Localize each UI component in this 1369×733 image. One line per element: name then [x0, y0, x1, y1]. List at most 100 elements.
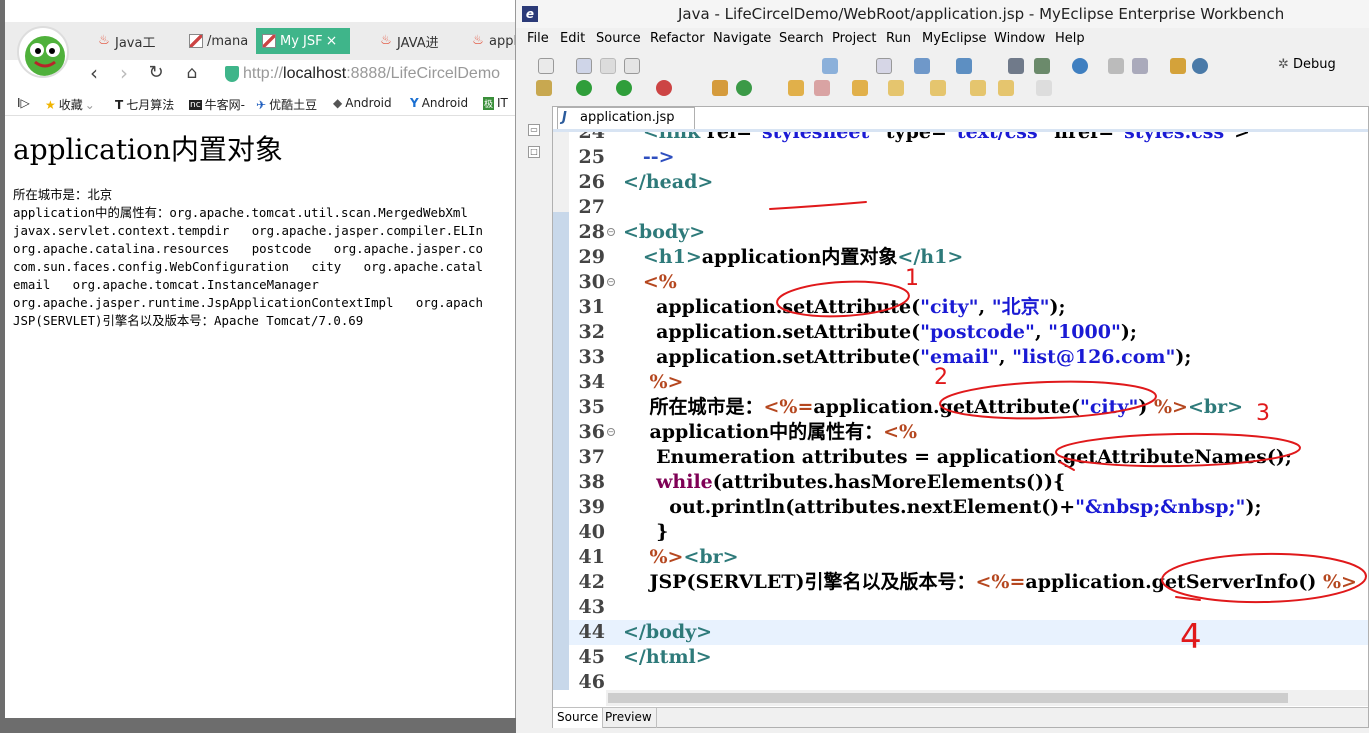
bookmark-android-2[interactable]: Y Android — [410, 96, 468, 110]
code-line[interactable]: 33 application.setAttribute("email", "li… — [569, 345, 1368, 370]
fire-icon: ♨ — [380, 33, 392, 48]
warning-icon[interactable]: ⚠ — [569, 450, 571, 462]
task-icon[interactable] — [1170, 58, 1186, 74]
menu-help[interactable]: Help — [1055, 31, 1085, 46]
browser-icon[interactable] — [1192, 58, 1208, 74]
fold-toggle-icon[interactable]: − — [607, 228, 615, 236]
last-edit-icon[interactable] — [970, 80, 986, 96]
prev-annotation-icon[interactable] — [930, 80, 946, 96]
print-icon[interactable] — [624, 58, 640, 74]
browser-tab[interactable]: /mana — [183, 28, 253, 54]
debug-icon[interactable] — [536, 80, 552, 96]
code-line[interactable]: 27 — [569, 195, 1368, 220]
open-folder-icon[interactable] — [788, 80, 804, 96]
back-button[interactable]: ‹ — [83, 60, 105, 86]
connect-icon[interactable] — [1008, 58, 1024, 74]
open-resource-icon[interactable] — [852, 80, 868, 96]
scrollbar-thumb[interactable] — [608, 693, 1288, 703]
code-line[interactable]: 46 — [569, 670, 1368, 690]
code-line[interactable]: 40 } — [569, 520, 1368, 545]
bookmark-favorites[interactable]: ★ 收藏 ⌄ — [45, 96, 95, 113]
code-line[interactable]: 37 ⚠ Enumeration attributes = application… — [569, 445, 1368, 470]
menu-refactor[interactable]: Refactor — [650, 31, 705, 46]
tab-application-jsp[interactable]: Japplication.jsp — [557, 107, 695, 129]
code-line[interactable]: 26 </head> — [569, 170, 1368, 195]
code-line[interactable]: 32 application.setAttribute("postcode", … — [569, 320, 1368, 345]
run-server-icon[interactable] — [956, 58, 972, 74]
horizontal-scrollbar[interactable] — [606, 690, 1368, 706]
restore-icon[interactable]: ▭ — [528, 124, 540, 136]
menu-file[interactable]: File — [527, 31, 549, 46]
bookmark-nowcoder[interactable]: nc 牛客网- — [189, 96, 245, 113]
edit-icon[interactable] — [814, 80, 830, 96]
maximize-icon[interactable]: □ — [528, 146, 540, 158]
bookmark-label: 牛客网- — [204, 98, 245, 112]
code-line[interactable]: 36− application中的属性有：<% — [569, 420, 1368, 445]
code-line[interactable]: 39 out.println(attributes.nextElement()+… — [569, 495, 1368, 520]
browser-tab[interactable]: ♨ JAVA进 — [373, 28, 461, 54]
code-line[interactable]: 45 </html> — [569, 645, 1368, 670]
code-line[interactable]: 41 %><br> — [569, 545, 1368, 570]
run-icon[interactable] — [576, 80, 592, 96]
code-line[interactable]: 42 JSP(SERVLET)引擎名以及版本号：<%=application.g… — [569, 570, 1368, 595]
deploy-icon[interactable] — [914, 58, 930, 74]
back-icon[interactable] — [998, 80, 1014, 96]
new-file-icon[interactable] — [538, 58, 554, 74]
code-line[interactable]: 25 --> — [569, 145, 1368, 170]
menu-source[interactable]: Source — [596, 31, 641, 46]
database-icon[interactable] — [1034, 58, 1050, 74]
globe-icon[interactable] — [1072, 58, 1088, 74]
code-area[interactable]: 24 <link rel="stylesheet" type="text/css… — [569, 132, 1368, 690]
menu-navigate[interactable]: Navigate — [713, 31, 771, 46]
open-type-icon[interactable] — [822, 58, 838, 74]
code-line[interactable]: 34 %> — [569, 370, 1368, 395]
home-button[interactable]: ⌂ — [181, 60, 203, 86]
forward-button[interactable]: › — [113, 60, 135, 86]
user-avatar[interactable] — [17, 26, 69, 78]
new-package-icon[interactable] — [712, 80, 728, 96]
window-title: Java - LifeCircelDemo/WebRoot/applicatio… — [678, 5, 1285, 23]
code-line[interactable]: 29 <h1>application内置对象</h1> — [569, 245, 1368, 270]
bookmark-qiyue[interactable]: T 七月算法 — [115, 96, 174, 113]
next-annotation-icon[interactable] — [888, 80, 904, 96]
browser-tab[interactable]: My JSF × — [256, 28, 350, 54]
menu-project[interactable]: Project — [832, 31, 876, 46]
tab-preview[interactable]: Preview — [601, 708, 657, 728]
bookmark-it[interactable]: 极 IT — [483, 96, 508, 110]
new-class-icon[interactable] — [736, 80, 752, 96]
code-line[interactable]: 30− <% — [569, 270, 1368, 295]
close-tab-icon[interactable]: × — [326, 33, 338, 49]
sidebar-toggle-icon[interactable]: I▷ — [17, 96, 30, 110]
save-all-icon[interactable] — [600, 58, 616, 74]
back-nav-icon[interactable] — [1108, 58, 1124, 74]
browser-tab[interactable]: ♨ appli — [465, 28, 515, 54]
code-line[interactable]: 31 application.setAttribute("city", "北京"… — [569, 295, 1368, 320]
code-line[interactable]: 43 — [569, 595, 1368, 620]
forward-icon[interactable] — [1036, 80, 1052, 96]
menu-edit[interactable]: Edit — [560, 31, 585, 46]
menu-myeclipse[interactable]: MyEclipse — [922, 31, 987, 46]
run-external-icon[interactable] — [616, 80, 632, 96]
code-line[interactable]: 38 while(attributes.hasMoreElements()){ — [569, 470, 1368, 495]
code-line[interactable]: 44 </body> — [569, 620, 1368, 645]
fold-toggle-icon[interactable]: − — [607, 278, 615, 286]
address-bar[interactable]: http://localhost:8888/LifeCircelDemo — [243, 62, 515, 86]
code-line[interactable]: 28− <body> — [569, 220, 1368, 245]
code-line[interactable]: 24 <link rel="stylesheet" type="text/css… — [569, 132, 1368, 145]
bookmark-youku[interactable]: ✈ 优酷土豆 — [256, 96, 317, 113]
menu-run[interactable]: Run — [886, 31, 911, 46]
history-icon[interactable] — [1132, 58, 1148, 74]
fold-toggle-icon[interactable]: − — [607, 428, 615, 436]
save-icon[interactable] — [576, 58, 592, 74]
menu-window[interactable]: Window — [994, 31, 1045, 46]
code-line[interactable]: 35 所在城市是：<%=application.getAttribute("ci… — [569, 395, 1368, 420]
debug-perspective-button[interactable]: ✲ Debug — [1278, 57, 1336, 72]
code-editor[interactable]: Japplication.jsp 24 <link rel="styleshee… — [552, 106, 1369, 728]
coverage-icon[interactable] — [656, 80, 672, 96]
browser-tab[interactable]: ♨ Java工 — [91, 28, 177, 54]
server-icon[interactable] — [876, 58, 892, 74]
reload-button[interactable]: ↻ — [145, 60, 167, 86]
menu-search[interactable]: Search — [779, 31, 824, 46]
tab-source[interactable]: Source — [553, 708, 604, 728]
bookmark-android-1[interactable]: ◆ Android — [333, 96, 392, 110]
